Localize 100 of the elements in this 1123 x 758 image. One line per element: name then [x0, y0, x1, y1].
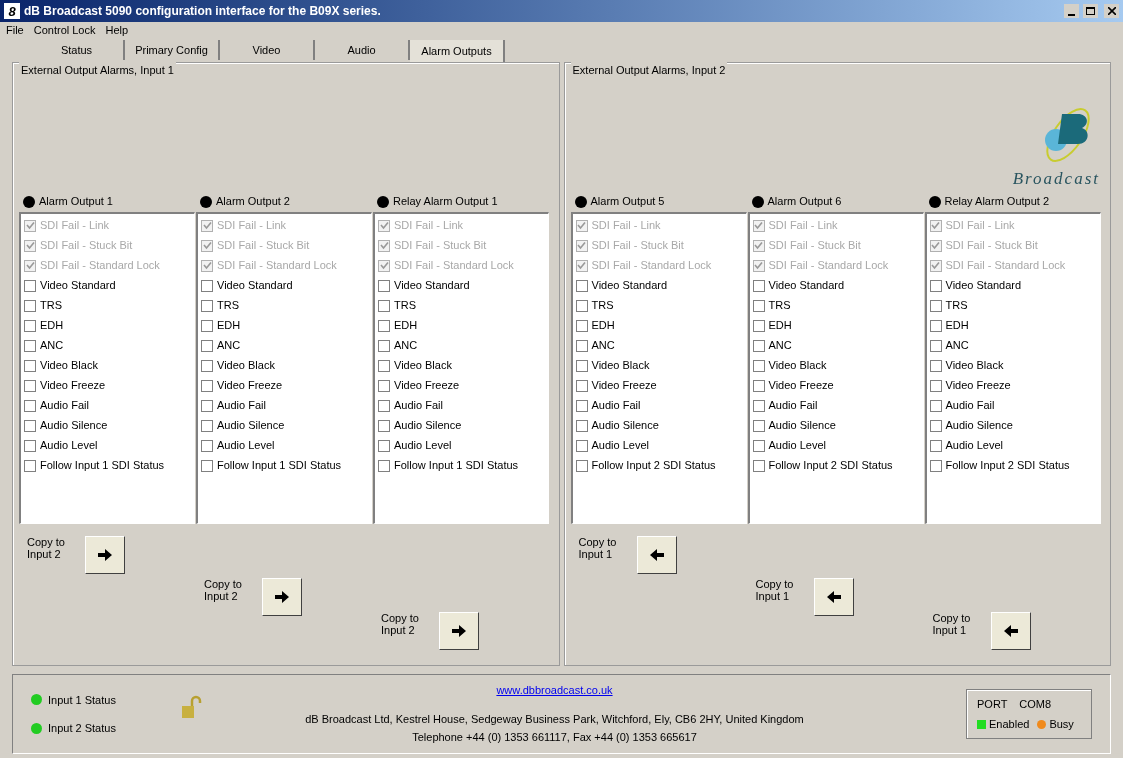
alarm-label: EDH: [768, 318, 792, 334]
checkbox[interactable]: [929, 459, 942, 472]
alarm-label: Video Freeze: [768, 378, 834, 394]
checkbox[interactable]: [24, 319, 36, 332]
checkbox[interactable]: [378, 319, 390, 332]
checkbox[interactable]: [201, 419, 213, 432]
checkbox[interactable]: [378, 439, 390, 452]
close-button[interactable]: [1104, 4, 1119, 18]
checkbox[interactable]: [378, 359, 390, 372]
checkbox[interactable]: [929, 319, 942, 332]
alarm-label: TRS: [394, 298, 416, 314]
checkbox[interactable]: [201, 299, 213, 312]
checkbox[interactable]: [378, 419, 390, 432]
checkbox[interactable]: [929, 399, 942, 412]
checkbox[interactable]: [752, 419, 765, 432]
copy-label: Copy to Input 1: [932, 611, 972, 636]
checkbox[interactable]: [201, 319, 213, 332]
checkbox[interactable]: [24, 399, 36, 412]
copy-button[interactable]: [636, 535, 677, 574]
copy-button[interactable]: [439, 611, 479, 650]
checkbox[interactable]: [24, 299, 36, 312]
checkbox[interactable]: [929, 299, 942, 312]
checkbox[interactable]: [378, 279, 390, 292]
alarm-label: SDI Fail - Standard Lock: [40, 258, 160, 274]
checkbox[interactable]: [929, 279, 942, 292]
alarm-label: SDI Fail - Standard Lock: [945, 258, 1066, 274]
alarm-label: TRS: [768, 298, 791, 314]
checkbox[interactable]: [575, 359, 588, 372]
checkbox[interactable]: [752, 379, 765, 392]
checkbox[interactable]: [201, 279, 213, 292]
checkbox[interactable]: [201, 459, 213, 472]
checkbox[interactable]: [201, 399, 213, 412]
checkbox[interactable]: [575, 439, 588, 452]
checkbox[interactable]: [201, 439, 213, 452]
output-title: Relay Alarm Output 1: [393, 194, 498, 210]
checkbox[interactable]: [24, 419, 36, 432]
checkbox[interactable]: [575, 379, 588, 392]
checkbox[interactable]: [378, 339, 390, 352]
copy-button[interactable]: [813, 577, 854, 616]
menu-item[interactable]: Control Lock: [33, 21, 96, 39]
menu-item[interactable]: Help: [105, 21, 129, 39]
copy-button[interactable]: [990, 611, 1031, 650]
minimize-button[interactable]: [1064, 4, 1079, 18]
checkbox[interactable]: [752, 359, 765, 372]
checkbox[interactable]: [575, 319, 588, 332]
checkbox[interactable]: [929, 439, 942, 452]
checkbox[interactable]: [752, 279, 765, 292]
output-title: Alarm Output 6: [767, 194, 842, 210]
checkbox[interactable]: [24, 379, 36, 392]
checkbox[interactable]: [575, 279, 588, 292]
checkbox[interactable]: [201, 359, 213, 372]
checkbox[interactable]: [575, 339, 588, 352]
alarm-label: Audio Level: [768, 438, 826, 454]
checkbox[interactable]: [24, 459, 36, 472]
checkbox[interactable]: [24, 359, 36, 372]
alarm-label: SDI Fail - Stuck Bit: [591, 238, 684, 254]
alarm-label: Video Black: [945, 358, 1004, 374]
alarm-label: Follow Input 1 SDI Status: [40, 458, 165, 474]
alarm-label: EDH: [217, 318, 241, 334]
checkbox[interactable]: [929, 419, 942, 432]
checkbox[interactable]: [378, 399, 390, 412]
checkbox[interactable]: [575, 459, 588, 472]
checkbox[interactable]: [929, 379, 942, 392]
checkbox[interactable]: [929, 359, 942, 372]
copy-button[interactable]: [262, 577, 302, 616]
copy-label: Copy to Input 2: [381, 611, 420, 636]
checkbox[interactable]: [752, 399, 765, 412]
check-icon: [754, 241, 763, 250]
checkbox[interactable]: [378, 379, 390, 392]
alarm-label: Audio Fail: [591, 398, 641, 414]
checkbox[interactable]: [752, 319, 765, 332]
checkbox[interactable]: [752, 459, 765, 472]
tab[interactable]: Alarm Outputs: [410, 40, 505, 62]
checkbox[interactable]: [378, 299, 390, 312]
checkbox[interactable]: [201, 379, 213, 392]
copy-button[interactable]: [85, 535, 125, 574]
checkbox[interactable]: [378, 459, 390, 472]
checkbox[interactable]: [575, 419, 588, 432]
checkbox[interactable]: [752, 299, 765, 312]
menu-item[interactable]: File: [6, 21, 24, 39]
checkbox[interactable]: [929, 339, 942, 352]
alarm-label: Audio Level: [217, 438, 275, 454]
alarm-label: SDI Fail - Link: [394, 218, 464, 234]
checkbox[interactable]: [752, 339, 765, 352]
checkbox[interactable]: [575, 299, 588, 312]
right-arrow-icon: [98, 548, 112, 561]
checkbox[interactable]: [24, 279, 36, 292]
alarm-label: Audio Silence: [40, 418, 108, 434]
check-icon: [577, 221, 586, 230]
alarm-label: ANC: [591, 338, 615, 354]
checkbox[interactable]: [24, 339, 36, 352]
checkbox[interactable]: [575, 399, 588, 412]
checkbox[interactable]: [752, 439, 765, 452]
alarm-label: Video Freeze: [217, 378, 283, 394]
checkbox[interactable]: [201, 339, 213, 352]
left-arrow-icon: [826, 590, 841, 603]
maximize-button[interactable]: [1083, 4, 1098, 18]
website-link[interactable]: www.dbbroadcast.co.uk: [496, 682, 613, 699]
alarm-label: Video Black: [591, 358, 650, 374]
checkbox[interactable]: [24, 439, 36, 452]
